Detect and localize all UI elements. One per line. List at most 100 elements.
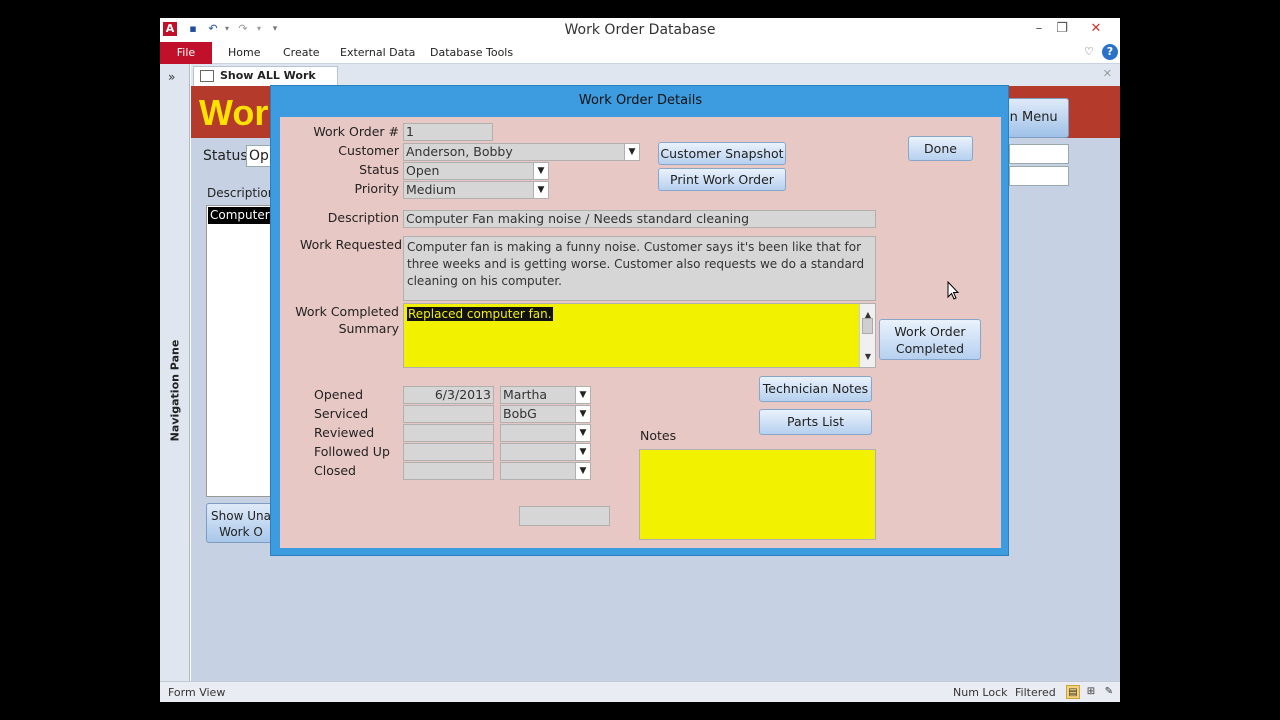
show-button-line1: Show Una <box>211 509 271 523</box>
mouse-cursor-icon <box>947 281 960 300</box>
closed-by-combo[interactable]: ▼ <box>500 462 591 480</box>
reviewed-by-combo[interactable]: ▼ <box>500 424 591 442</box>
show-button-line2: Work O <box>219 525 263 539</box>
done-button[interactable]: Done <box>908 136 973 161</box>
work-order-number-field[interactable]: 1 <box>403 123 493 141</box>
list-item[interactable]: Computer <box>208 207 274 224</box>
work-order-list[interactable]: Computer <box>206 205 276 497</box>
serviced-by-combo[interactable]: BobG ▼ <box>500 405 591 423</box>
design-view-icon[interactable]: ✎ <box>1102 685 1116 699</box>
description-field[interactable]: Computer Fan making noise / Needs standa… <box>403 210 876 228</box>
scroll-thumb[interactable] <box>862 318 873 334</box>
customer-snapshot-button[interactable]: Customer Snapshot <box>658 142 786 165</box>
scrollbar[interactable]: ▲ ▼ <box>859 304 875 367</box>
description-label: Description <box>207 186 276 200</box>
status-label: Status <box>359 162 399 177</box>
ribbon-tabs: File Home Create External Data Database … <box>160 42 1120 64</box>
filtered-indicator: Filtered <box>1015 686 1056 699</box>
minimize-button[interactable]: – <box>1028 20 1050 38</box>
tab-file[interactable]: File <box>160 42 212 64</box>
serviced-date-field[interactable] <box>403 405 494 423</box>
navigation-pane[interactable]: » Navigation Pane <box>160 64 190 681</box>
work-completed-field[interactable]: Replaced computer fan. ▲ ▼ <box>403 303 876 368</box>
followed-up-label: Followed Up <box>314 444 390 459</box>
chevron-down-icon[interactable]: ▼ <box>575 463 590 479</box>
status-value: Open <box>406 163 440 178</box>
search-field-2[interactable] <box>1009 166 1069 186</box>
followed-up-date-field[interactable] <box>403 443 494 461</box>
form-view-icon[interactable]: ▤ <box>1066 685 1080 699</box>
summary-label: Summary <box>338 321 399 336</box>
work-completed-text: Replaced computer fan. <box>407 307 553 321</box>
followed-up-by-combo[interactable]: ▼ <box>500 443 591 461</box>
chevron-down-icon[interactable]: ▼ <box>624 144 639 160</box>
customer-combo[interactable]: Anderson, Bobby ▼ <box>403 143 640 161</box>
num-lock-indicator: Num Lock <box>953 686 1008 699</box>
status-label: Status <box>203 148 248 164</box>
work-order-completed-button[interactable]: Work Order Completed <box>879 319 981 360</box>
chevron-down-icon[interactable]: ▼ <box>575 444 590 460</box>
notes-label: Notes <box>640 428 677 443</box>
opened-by-value: Martha <box>503 387 548 402</box>
restore-button[interactable]: ❐ <box>1051 20 1073 38</box>
reviewed-date-field[interactable] <box>403 424 494 442</box>
blank-field[interactable] <box>519 506 610 526</box>
tab-database-tools[interactable]: Database Tools <box>430 46 513 59</box>
priority-label: Priority <box>354 181 400 196</box>
priority-value: Medium <box>406 182 456 197</box>
document-tab-strip: Show ALL Work Orders ✕ <box>191 64 1120 100</box>
ribbon-collapse-icon[interactable]: ♡ <box>1084 45 1094 58</box>
dialog-body: Work Order # Customer Status Priority De… <box>280 117 1001 548</box>
notes-field[interactable] <box>639 449 876 540</box>
dialog-title: Work Order Details <box>578 93 703 108</box>
work-requested-label: Work Requested <box>300 237 403 252</box>
tab-home[interactable]: Home <box>228 46 260 59</box>
chevron-down-icon[interactable]: ▼ <box>575 406 590 422</box>
form-title: Wor <box>199 92 269 133</box>
form-icon <box>200 70 214 82</box>
work-order-details-dialog: Work Order Details Work Order # Customer… <box>270 85 1009 556</box>
expand-chevron-icon[interactable]: » <box>168 70 175 84</box>
chevron-down-icon[interactable]: ▼ <box>533 182 548 198</box>
woc-line2: Completed <box>895 341 965 356</box>
show-unassigned-button[interactable]: Show Una Work O <box>206 503 276 543</box>
title-bar: A ▪ ↶ ▾ ↷ ▾ ▾ Work Order Database – ❐ ✕ <box>160 18 1120 42</box>
chevron-down-icon[interactable]: ▼ <box>533 163 548 179</box>
reviewed-label: Reviewed <box>314 425 375 440</box>
status-bar: Form View Num Lock Filtered ▤ ⊞ ✎ <box>160 681 1120 702</box>
closed-date-field[interactable] <box>403 462 494 480</box>
tab-external-data[interactable]: External Data <box>340 46 415 59</box>
chevron-down-icon[interactable]: ▼ <box>575 387 590 403</box>
parts-list-button[interactable]: Parts List <box>759 409 872 435</box>
scroll-down-icon[interactable]: ▼ <box>860 348 876 365</box>
work-completed-label: Work Completed <box>295 304 399 319</box>
opened-label: Opened <box>314 387 364 402</box>
serviced-by-value: BobG <box>503 406 537 421</box>
opened-date-field[interactable]: 6/3/2013 <box>403 386 494 404</box>
woc-line1: Work Order <box>894 324 966 339</box>
close-button[interactable]: ✕ <box>1085 20 1107 38</box>
search-field-1[interactable] <box>1009 144 1069 164</box>
serviced-label: Serviced <box>314 406 369 421</box>
window-title: Work Order Database <box>564 22 716 38</box>
work-requested-field[interactable]: Computer fan is making a funny noise. Cu… <box>403 236 876 301</box>
work-order-label: Work Order # <box>313 124 399 139</box>
access-window: A ▪ ↶ ▾ ↷ ▾ ▾ Work Order Database – ❐ ✕ … <box>160 18 1120 702</box>
tab-show-all-work-orders[interactable]: Show ALL Work Orders <box>193 66 338 100</box>
navigation-pane-label: Navigation Pane <box>168 339 182 442</box>
tab-create[interactable]: Create <box>283 46 320 59</box>
view-mode-text: Form View <box>168 686 226 699</box>
closed-label: Closed <box>314 463 356 478</box>
close-document-icon[interactable]: ✕ <box>1103 67 1112 80</box>
description-label: Description <box>327 210 399 225</box>
priority-combo[interactable]: Medium ▼ <box>403 181 549 199</box>
customer-value: Anderson, Bobby <box>406 144 513 159</box>
technician-notes-button[interactable]: Technician Notes <box>759 376 872 402</box>
chevron-down-icon[interactable]: ▼ <box>575 425 590 441</box>
customer-label: Customer <box>338 143 399 158</box>
opened-by-combo[interactable]: Martha ▼ <box>500 386 591 404</box>
print-work-order-button[interactable]: Print Work Order <box>658 168 786 191</box>
help-icon[interactable]: ? <box>1102 44 1118 60</box>
status-combo[interactable]: Open ▼ <box>403 162 549 180</box>
layout-view-icon[interactable]: ⊞ <box>1084 685 1098 699</box>
